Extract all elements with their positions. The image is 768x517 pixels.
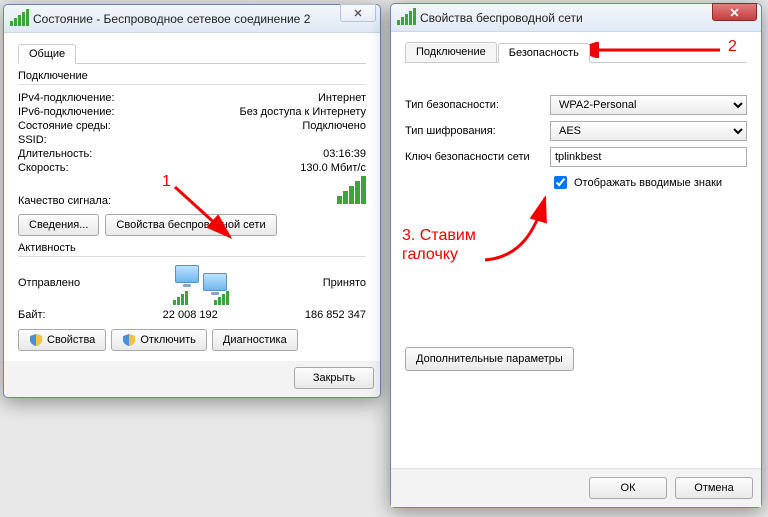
encryption-type-label: Тип шифрования: xyxy=(405,125,550,137)
sent-label: Отправлено xyxy=(18,277,80,289)
signal-bars-icon xyxy=(337,176,366,207)
row-security-type: Тип безопасности: WPA2-Personal xyxy=(405,95,747,115)
row-encryption-type: Тип шифрования: AES xyxy=(405,121,747,141)
ok-button[interactable]: ОК xyxy=(589,477,667,499)
speed-label: Скорость: xyxy=(18,162,69,174)
row-duration: Длительность: 03:16:39 xyxy=(18,147,366,161)
security-type-label: Тип безопасности: xyxy=(405,99,550,111)
shield-icon xyxy=(29,333,43,347)
bytes-label: Байт: xyxy=(18,309,46,321)
advanced-button[interactable]: Дополнительные параметры xyxy=(405,347,574,371)
tab-connection[interactable]: Подключение xyxy=(405,42,497,62)
status-title: Состояние - Беспроводное сетевое соедине… xyxy=(33,12,310,26)
media-label: Состояние среды: xyxy=(18,120,111,132)
show-chars-label: Отображать вводимые знаки xyxy=(574,177,722,189)
row-network-key: Ключ безопасности сети xyxy=(405,147,747,167)
status-titlebar[interactable]: Состояние - Беспроводное сетевое соедине… xyxy=(4,5,380,33)
properties-button[interactable]: Свойства xyxy=(18,329,106,351)
row-show-chars: Отображать вводимые знаки xyxy=(550,173,747,192)
recv-bytes: 186 852 347 xyxy=(305,309,366,321)
ipv6-value: Без доступа к Интернету xyxy=(239,106,366,118)
speed-value: 130.0 Мбит/с xyxy=(300,162,366,174)
received-label: Принято xyxy=(323,277,366,289)
media-value: Подключено xyxy=(302,120,366,132)
row-signal: Качество сигнала: xyxy=(18,175,366,208)
ssid-label: SSID: xyxy=(18,134,47,146)
close-button[interactable]: Закрыть xyxy=(294,367,374,389)
diagnose-button[interactable]: Диагностика xyxy=(212,329,298,351)
activity-icon xyxy=(171,263,231,303)
duration-label: Длительность: xyxy=(18,148,92,160)
row-speed: Скорость: 130.0 Мбит/с xyxy=(18,161,366,175)
ipv4-label: IPv4-подключение: xyxy=(18,92,115,104)
row-ipv6: IPv6-подключение: Без доступа к Интернет… xyxy=(18,105,366,119)
security-type-select[interactable]: WPA2-Personal xyxy=(550,95,747,115)
encryption-type-select[interactable]: AES xyxy=(550,121,747,141)
ipv6-label: IPv6-подключение: xyxy=(18,106,115,118)
duration-value: 03:16:39 xyxy=(323,148,366,160)
network-key-input[interactable] xyxy=(550,147,747,167)
status-window: Состояние - Беспроводное сетевое соедине… xyxy=(3,4,381,398)
wifi-icon xyxy=(10,9,29,29)
row-ssid: SSID: xyxy=(18,133,366,147)
sent-bytes: 22 008 192 xyxy=(163,309,218,321)
tab-general[interactable]: Общие xyxy=(18,44,76,64)
row-ipv4: IPv4-подключение: Интернет xyxy=(18,91,366,105)
section-connection-title: Подключение xyxy=(18,70,366,82)
properties-tabs: Подключение Безопасность xyxy=(405,42,747,63)
section-activity-title: Активность xyxy=(18,242,366,254)
details-button[interactable]: Сведения... xyxy=(18,214,99,236)
signal-label: Качество сигнала: xyxy=(18,195,111,207)
network-key-label: Ключ безопасности сети xyxy=(405,151,550,163)
row-media: Состояние среды: Подключено xyxy=(18,119,366,133)
shield-icon xyxy=(122,333,136,347)
properties-window: Свойства беспроводной сети Подключение Б… xyxy=(390,3,762,508)
show-chars-checkbox[interactable] xyxy=(554,176,567,189)
tab-security[interactable]: Безопасность xyxy=(498,43,590,63)
properties-title: Свойства беспроводной сети xyxy=(420,11,583,25)
wifi-properties-button[interactable]: Свойства беспроводной сети xyxy=(105,214,276,236)
status-tabs: Общие xyxy=(18,43,366,64)
properties-titlebar[interactable]: Свойства беспроводной сети xyxy=(391,4,761,32)
ipv4-value: Интернет xyxy=(318,92,366,104)
cancel-button[interactable]: Отмена xyxy=(675,477,753,499)
close-button-small[interactable] xyxy=(340,4,376,22)
disable-button[interactable]: Отключить xyxy=(111,329,207,351)
wifi-icon xyxy=(397,8,416,28)
close-button[interactable] xyxy=(712,3,757,21)
